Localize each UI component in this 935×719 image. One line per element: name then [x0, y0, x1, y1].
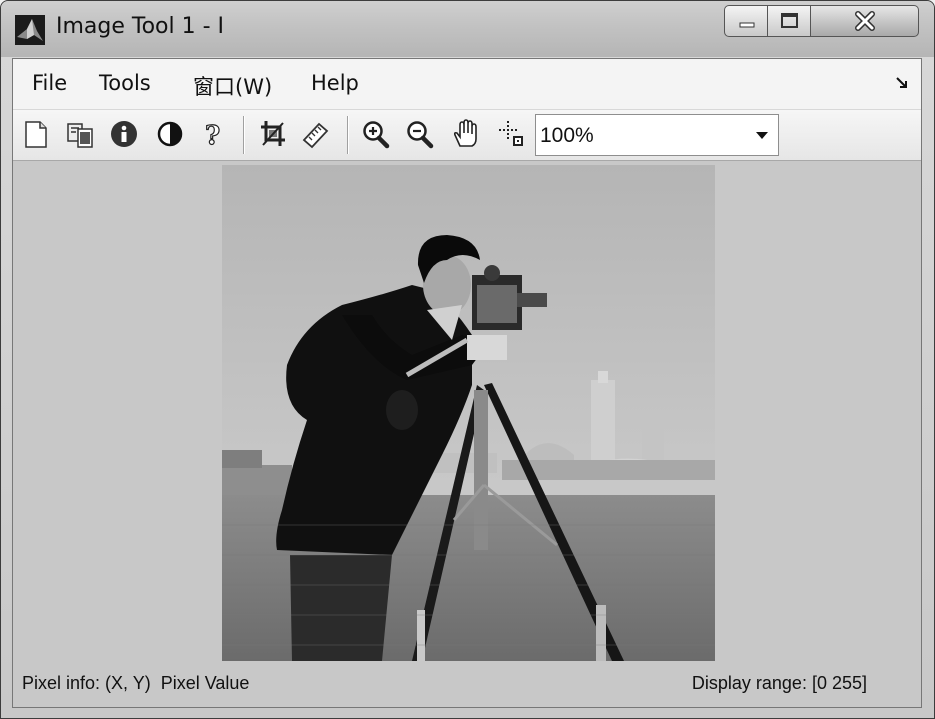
menu-bar: File Tools 窗口(W) Help: [13, 59, 921, 110]
displayed-image[interactable]: [222, 165, 715, 661]
crop-button[interactable]: [258, 118, 288, 150]
title-bar[interactable]: Image Tool 1 - I: [1, 1, 934, 57]
cameraman-image: [222, 165, 715, 661]
close-icon: [855, 11, 875, 31]
pixel-region-icon: [499, 121, 523, 146]
minimize-icon: [739, 22, 755, 28]
contrast-icon: [157, 121, 183, 147]
image-tool-window: Image Tool 1 - I File Tools 窗口(W) Help ?…: [0, 0, 935, 719]
menu-tools[interactable]: Tools: [99, 71, 151, 95]
help-icon: ?: [204, 120, 220, 151]
pixel-info-label: Pixel info: (X, Y) Pixel Value: [22, 673, 250, 693]
menu-window[interactable]: 窗口(W): [193, 71, 272, 101]
crop-icon: [261, 121, 285, 146]
toolbar: ? 100%: [13, 110, 921, 161]
image-info-icon: [111, 121, 137, 147]
window-title: Image Tool 1 - I: [56, 14, 225, 39]
new-figure-icon: [25, 121, 47, 148]
menu-help[interactable]: Help: [311, 71, 359, 95]
zoom-in-icon: [363, 121, 390, 149]
measure-distance-button[interactable]: [300, 118, 330, 150]
maximize-icon: [781, 13, 798, 28]
close-button[interactable]: [811, 5, 919, 37]
display-range-label: Display range: [0 255]: [691, 673, 867, 693]
dock-arrow-icon[interactable]: [895, 76, 909, 90]
zoom-out-icon: [407, 121, 434, 149]
status-bar: Pixel info: (X, Y) Pixel Value Display r…: [13, 661, 921, 707]
zoom-in-button[interactable]: [361, 118, 391, 150]
pan-button[interactable]: [451, 118, 481, 150]
new-figure-button[interactable]: [21, 118, 51, 150]
help-button[interactable]: ?: [199, 118, 229, 151]
matlab-icon: [15, 15, 45, 45]
zoom-out-button[interactable]: [405, 118, 435, 150]
measure-distance-icon: [302, 122, 329, 149]
pan-hand-icon: [453, 119, 477, 147]
contrast-button[interactable]: [155, 118, 185, 150]
menu-file[interactable]: File: [32, 71, 67, 95]
pixel-region-button[interactable]: [495, 118, 525, 150]
export-button[interactable]: [65, 118, 95, 150]
chevron-down-icon[interactable]: [756, 132, 768, 139]
image-viewport[interactable]: [13, 161, 921, 661]
zoom-level-select[interactable]: 100%: [535, 114, 779, 156]
minimize-button[interactable]: [724, 5, 768, 37]
client-area: File Tools 窗口(W) Help ? 100% Pixel info:…: [12, 58, 922, 708]
export-icon: [67, 123, 93, 148]
zoom-level-value: 100%: [540, 124, 594, 147]
toolbar-separator: [347, 116, 348, 154]
maximize-button[interactable]: [768, 5, 811, 37]
image-info-button[interactable]: [109, 118, 139, 150]
toolbar-separator: [243, 116, 244, 154]
svg-text:?: ?: [205, 121, 220, 150]
